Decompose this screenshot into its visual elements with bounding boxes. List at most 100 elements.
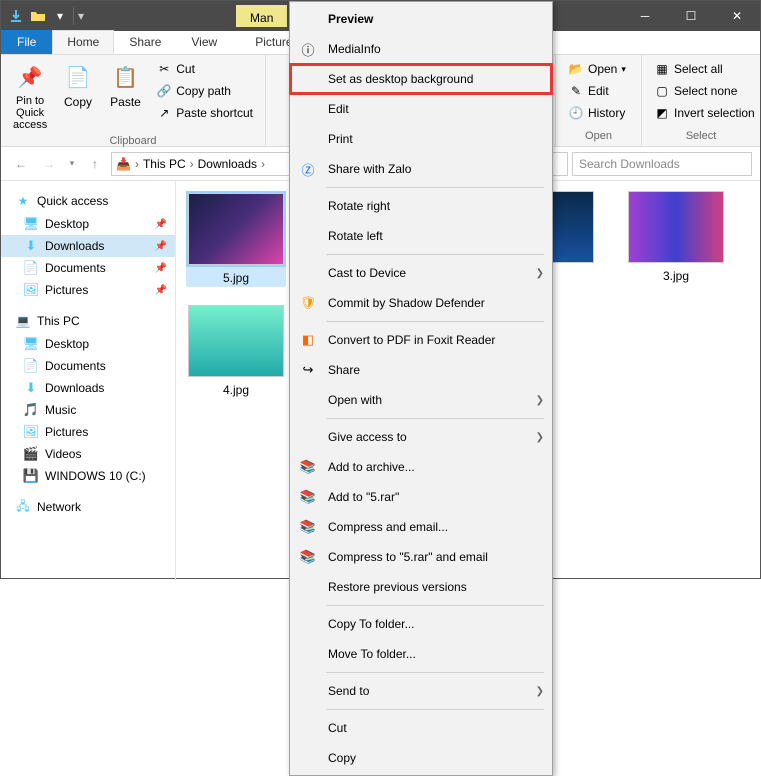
file-thumb-5jpg[interactable]: 5.jpg: [186, 191, 286, 287]
copy-button[interactable]: 📄 Copy: [57, 59, 99, 111]
file-name: 5.jpg: [223, 271, 249, 285]
menu-open-with[interactable]: Open with❯: [290, 385, 552, 415]
file-tab[interactable]: File: [1, 30, 52, 54]
copy-path-button[interactable]: 🔗Copy path: [152, 81, 257, 101]
select-all-label: Select all: [674, 62, 723, 76]
open-group-label: Open: [564, 128, 633, 142]
thumbnail-image: [188, 305, 284, 377]
share-tab[interactable]: Share: [114, 30, 176, 54]
menu-cut[interactable]: Cut: [290, 713, 552, 743]
chevron-right-icon: ❯: [536, 268, 544, 279]
menu-print[interactable]: Print: [290, 124, 552, 154]
nav-drive-c[interactable]: 💾WINDOWS 10 (C:): [1, 465, 175, 487]
menu-send-to[interactable]: Send to❯: [290, 676, 552, 706]
menu-cast-to-device[interactable]: Cast to Device❯: [290, 258, 552, 288]
pin-icon: 📌: [155, 219, 167, 230]
select-none-label: Select none: [674, 84, 737, 98]
winrar-icon: 📚: [298, 547, 318, 567]
history-button[interactable]: 🕘History: [564, 103, 630, 123]
view-tab[interactable]: View: [176, 30, 232, 54]
path-icon: 🔗: [156, 83, 172, 99]
menu-restore-versions[interactable]: Restore previous versions: [290, 572, 552, 602]
paste-button[interactable]: 📋 Paste: [105, 59, 147, 111]
nav-back-button[interactable]: ←: [9, 152, 33, 176]
pin-quick-access-button[interactable]: 📌 Pin to Quick access: [9, 59, 51, 133]
scissors-icon: ✂: [156, 61, 172, 77]
history-label: History: [588, 106, 625, 120]
nav-pictures2[interactable]: 🖼Pictures: [1, 421, 175, 443]
select-none-icon: ▢: [654, 83, 670, 99]
paste-shortcut-button[interactable]: ↗Paste shortcut: [152, 103, 257, 123]
menu-give-access[interactable]: Give access to❯: [290, 422, 552, 452]
menu-share[interactable]: ↪Share: [290, 355, 552, 385]
menu-rotate-right[interactable]: Rotate right: [290, 191, 552, 221]
quick-access-header[interactable]: ★Quick access: [1, 189, 175, 213]
nav-music[interactable]: 🎵Music: [1, 399, 175, 421]
menu-set-desktop-background[interactable]: Set as desktop background: [290, 64, 552, 94]
menu-share-zalo[interactable]: ⓏShare with Zalo: [290, 154, 552, 184]
menu-compress-email[interactable]: 📚Compress and email...: [290, 512, 552, 542]
nav-downloads[interactable]: ⬇Downloads📌: [1, 235, 175, 257]
nav-downloads2[interactable]: ⬇Downloads: [1, 377, 175, 399]
cut-label: Cut: [176, 62, 195, 76]
winrar-icon: 📚: [298, 517, 318, 537]
cut-button[interactable]: ✂ Cut: [152, 59, 257, 79]
home-tab[interactable]: Home: [52, 30, 114, 54]
menu-shadow-defender[interactable]: 🛡Commit by Shadow Defender: [290, 288, 552, 318]
menu-copy-to-folder[interactable]: Copy To folder...: [290, 609, 552, 639]
shield-icon: 🛡: [298, 293, 318, 313]
menu-compress-5rar-email[interactable]: 📚Compress to "5.rar" and email: [290, 542, 552, 572]
nav-forward-button[interactable]: →: [37, 152, 61, 176]
documents-icon: 📄: [23, 358, 39, 374]
close-button[interactable]: ✕: [714, 1, 760, 31]
menu-move-to-folder[interactable]: Move To folder...: [290, 639, 552, 669]
maximize-button[interactable]: ☐: [668, 1, 714, 31]
paste-shortcut-label: Paste shortcut: [176, 106, 253, 120]
network-header[interactable]: 🖧Network: [1, 495, 175, 519]
search-input[interactable]: Search Downloads: [572, 152, 752, 176]
select-none-button[interactable]: ▢ Select none: [650, 81, 759, 101]
chevron-right-icon: ❯: [536, 395, 544, 406]
nav-videos[interactable]: 🎬Videos: [1, 443, 175, 465]
select-all-button[interactable]: ▦Select all: [650, 59, 759, 79]
paste-icon: 📋: [110, 61, 142, 93]
nav-pictures[interactable]: 🖼Pictures📌: [1, 279, 175, 301]
menu-foxit-pdf[interactable]: ◧Convert to PDF in Foxit Reader: [290, 325, 552, 355]
minimize-button[interactable]: ─: [622, 1, 668, 31]
menu-add-5rar[interactable]: 📚Add to "5.rar": [290, 482, 552, 512]
file-thumb-4jpg[interactable]: 4.jpg: [186, 305, 286, 397]
menu-copy[interactable]: Copy: [290, 743, 552, 773]
edit-button[interactable]: ✎Edit: [564, 81, 630, 101]
file-thumb-3jpg[interactable]: 3.jpg: [626, 191, 726, 287]
pictures-icon: 🖼: [23, 282, 39, 298]
this-pc-header[interactable]: 💻This PC: [1, 309, 175, 333]
qat-dropdown-icon[interactable]: ▾: [51, 7, 69, 25]
nav-recent-button[interactable]: ▾: [65, 152, 79, 176]
winrar-icon: 📚: [298, 487, 318, 507]
desktop-icon: 🖥: [23, 216, 39, 232]
invert-label: Invert selection: [674, 106, 755, 120]
nav-desktop[interactable]: 🖥Desktop📌: [1, 213, 175, 235]
context-menu: Preview ⓘMediaInfo Set as desktop backgr…: [289, 1, 553, 776]
crumb-this-pc[interactable]: This PC: [143, 157, 186, 171]
pin-label: Pin to Quick access: [13, 95, 47, 131]
menu-rotate-left[interactable]: Rotate left: [290, 221, 552, 251]
menu-preview[interactable]: Preview: [290, 4, 552, 34]
pin-icon: 📌: [155, 241, 167, 252]
share-icon: ↪: [298, 360, 318, 380]
chevron-right-icon: ❯: [536, 686, 544, 697]
crumb-downloads[interactable]: Downloads: [198, 157, 257, 171]
menu-add-archive[interactable]: 📚Add to archive...: [290, 452, 552, 482]
foxit-icon: ◧: [298, 330, 318, 350]
open-button[interactable]: 📂Open ▾: [564, 59, 630, 79]
menu-mediainfo[interactable]: ⓘMediaInfo: [290, 34, 552, 64]
nav-desktop2[interactable]: 🖥Desktop: [1, 333, 175, 355]
chevron-right-icon: ❯: [536, 432, 544, 443]
pc-icon: 💻: [15, 313, 31, 329]
nav-documents2[interactable]: 📄Documents: [1, 355, 175, 377]
nav-documents[interactable]: 📄Documents📌: [1, 257, 175, 279]
invert-selection-button[interactable]: ◩Invert selection: [650, 103, 759, 123]
menu-edit[interactable]: Edit: [290, 94, 552, 124]
copy-label: Copy: [64, 95, 92, 109]
nav-up-button[interactable]: ↑: [83, 152, 107, 176]
